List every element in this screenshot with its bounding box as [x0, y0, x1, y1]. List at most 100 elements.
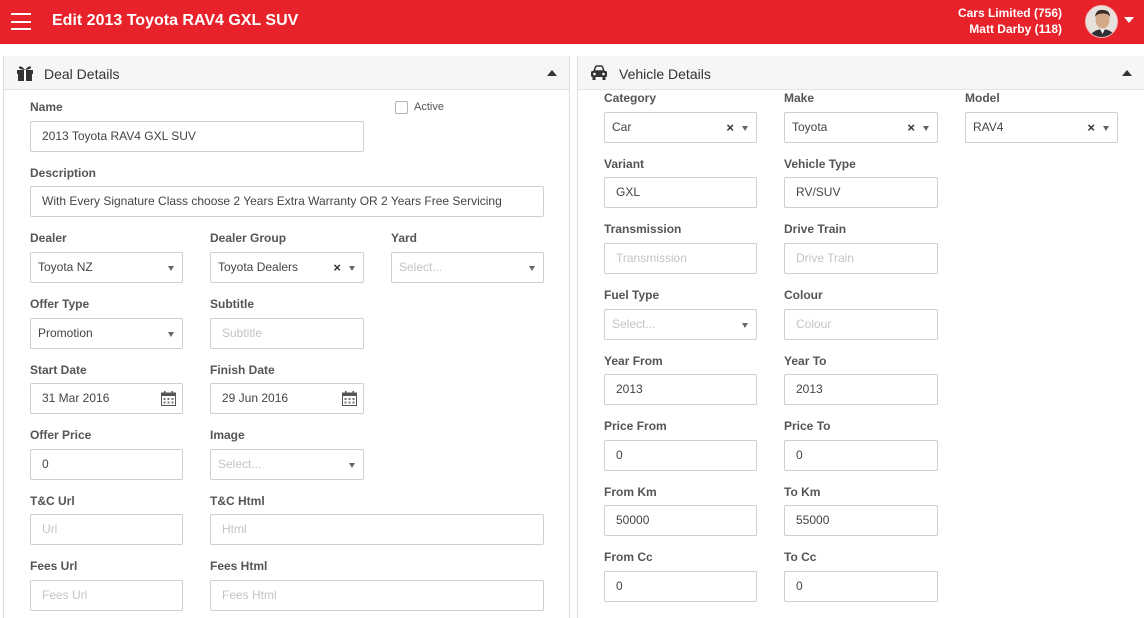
- collapse-caret-up-icon[interactable]: [547, 70, 557, 76]
- category-value: Car: [612, 120, 632, 134]
- calendar-icon[interactable]: [161, 391, 176, 406]
- vehicle-type-input[interactable]: RV/SUV: [784, 177, 938, 208]
- dealer-select[interactable]: Toyota NZ: [30, 252, 183, 283]
- subtitle-input[interactable]: Subtitle: [210, 318, 364, 349]
- dealer-group-label: Dealer Group: [210, 231, 287, 245]
- offer-type-select[interactable]: Promotion: [30, 318, 183, 349]
- hamburger-menu-icon[interactable]: [11, 13, 31, 30]
- deal-details-header[interactable]: Deal Details: [4, 56, 569, 90]
- drive-train-label: Drive Train: [784, 222, 847, 236]
- start-date-input[interactable]: 31 Mar 2016: [30, 383, 183, 414]
- avatar[interactable]: [1085, 5, 1118, 38]
- price-to-input[interactable]: 0: [784, 440, 938, 471]
- user-menu-caret-icon[interactable]: [1124, 17, 1134, 23]
- transmission-label: Transmission: [604, 222, 682, 236]
- fuel-type-select[interactable]: Select...: [604, 309, 757, 340]
- description-label: Description: [30, 166, 97, 180]
- price-from-input[interactable]: 0: [604, 440, 757, 471]
- clear-x-icon[interactable]: ×: [333, 253, 341, 282]
- drive-train-input[interactable]: Drive Train: [784, 243, 938, 274]
- subtitle-label: Subtitle: [210, 297, 254, 311]
- variant-input[interactable]: GXL: [604, 177, 757, 208]
- dropdown-caret-icon: [349, 266, 355, 271]
- gift-icon: [17, 66, 33, 81]
- dealer-group-value: Toyota Dealers: [218, 260, 299, 274]
- yard-select[interactable]: Select...: [391, 252, 544, 283]
- image-select[interactable]: Select...: [210, 449, 364, 480]
- to-cc-label: To Cc: [784, 550, 817, 564]
- make-value: Toyota: [792, 120, 828, 134]
- category-label: Category: [604, 91, 657, 105]
- dropdown-caret-icon: [349, 463, 355, 468]
- description-input[interactable]: With Every Signature Class choose 2 Year…: [30, 186, 544, 217]
- fees-url-label: Fees Url: [30, 559, 78, 573]
- offer-type-value: Promotion: [38, 326, 93, 340]
- colour-label: Colour: [784, 288, 823, 302]
- active-checkbox[interactable]: [395, 101, 408, 114]
- year-from-label: Year From: [604, 354, 663, 368]
- from-cc-input[interactable]: 0: [604, 571, 757, 602]
- image-placeholder: Select...: [218, 457, 262, 471]
- from-km-label: From Km: [604, 485, 657, 499]
- vehicle-details-panel: Vehicle Details Category Car × Make Toyo…: [577, 56, 1144, 618]
- fees-html-label: Fees Html: [210, 559, 268, 573]
- vehicle-details-header[interactable]: Vehicle Details: [578, 56, 1144, 90]
- tc-url-input[interactable]: Url: [30, 514, 183, 545]
- make-select[interactable]: Toyota ×: [784, 112, 938, 143]
- image-label: Image: [210, 428, 245, 442]
- page-title: Edit 2013 Toyota RAV4 GXL SUV: [52, 12, 299, 29]
- finish-date-value: 29 Jun 2016: [222, 391, 289, 405]
- dealer-label: Dealer: [30, 231, 67, 245]
- fuel-type-placeholder: Select...: [612, 317, 656, 331]
- yard-placeholder: Select...: [399, 260, 443, 274]
- model-label: Model: [965, 91, 1000, 105]
- active-label: Active: [414, 101, 444, 113]
- colour-input[interactable]: Colour: [784, 309, 938, 340]
- start-date-value: 31 Mar 2016: [42, 391, 110, 405]
- year-from-input[interactable]: 2013: [604, 374, 757, 405]
- fees-url-input[interactable]: Fees Url: [30, 580, 183, 611]
- car-icon: [591, 65, 607, 80]
- from-cc-label: From Cc: [604, 550, 653, 564]
- variant-label: Variant: [604, 157, 645, 171]
- model-select[interactable]: RAV4 ×: [965, 112, 1118, 143]
- tc-html-input[interactable]: Html: [210, 514, 544, 545]
- dropdown-caret-icon: [1103, 126, 1109, 131]
- dropdown-caret-icon: [742, 126, 748, 131]
- fees-html-input[interactable]: Fees Html: [210, 580, 544, 611]
- transmission-input[interactable]: Transmission: [604, 243, 757, 274]
- clear-x-icon[interactable]: ×: [1087, 113, 1095, 142]
- offer-type-label: Offer Type: [30, 297, 90, 311]
- year-to-label: Year To: [784, 354, 827, 368]
- name-input[interactable]: 2013 Toyota RAV4 GXL SUV: [30, 121, 364, 152]
- year-to-input[interactable]: 2013: [784, 374, 938, 405]
- to-km-label: To Km: [784, 485, 821, 499]
- category-select[interactable]: Car ×: [604, 112, 757, 143]
- dealer-value: Toyota NZ: [38, 260, 93, 274]
- user-name: Matt Darby (118): [969, 22, 1062, 36]
- offer-price-label: Offer Price: [30, 428, 92, 442]
- clear-x-icon[interactable]: ×: [907, 113, 915, 142]
- to-cc-input[interactable]: 0: [784, 571, 938, 602]
- model-value: RAV4: [973, 120, 1004, 134]
- dropdown-caret-icon: [742, 323, 748, 328]
- offer-price-input[interactable]: 0: [30, 449, 183, 480]
- make-label: Make: [784, 91, 815, 105]
- from-km-input[interactable]: 50000: [604, 505, 757, 536]
- vehicle-details-title: Vehicle Details: [619, 66, 711, 82]
- tc-html-label: T&C Html: [210, 494, 265, 508]
- collapse-caret-up-icon[interactable]: [1122, 70, 1132, 76]
- dropdown-caret-icon: [529, 266, 535, 271]
- start-date-label: Start Date: [30, 363, 87, 377]
- finish-date-input[interactable]: 29 Jun 2016: [210, 383, 364, 414]
- calendar-icon[interactable]: [342, 391, 357, 406]
- dropdown-caret-icon: [168, 332, 174, 337]
- price-to-label: Price To: [784, 419, 831, 433]
- vehicle-type-label: Vehicle Type: [784, 157, 856, 171]
- to-km-input[interactable]: 55000: [784, 505, 938, 536]
- dealer-group-select[interactable]: Toyota Dealers ×: [210, 252, 364, 283]
- user-info[interactable]: Cars Limited (756) Matt Darby (118): [958, 5, 1062, 37]
- name-label: Name: [30, 100, 63, 114]
- clear-x-icon[interactable]: ×: [726, 113, 734, 142]
- price-from-label: Price From: [604, 419, 667, 433]
